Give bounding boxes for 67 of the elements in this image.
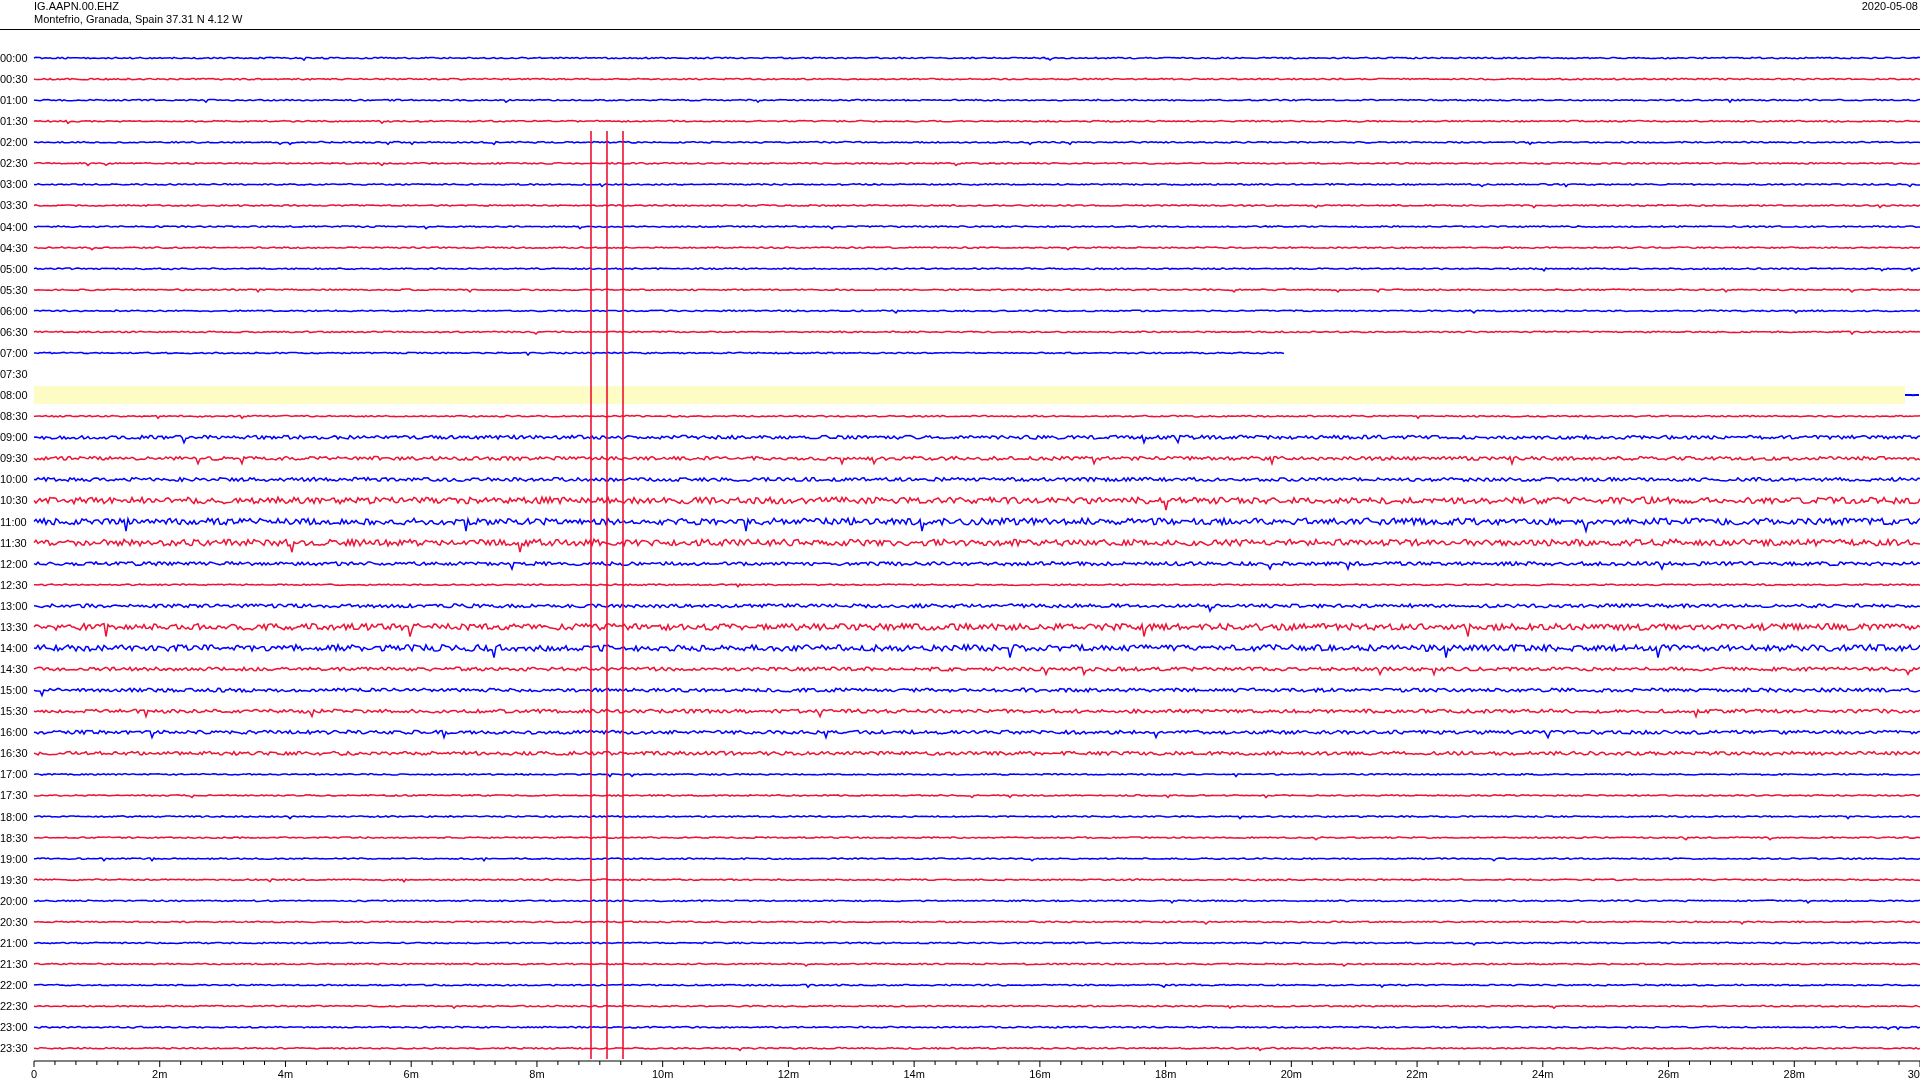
time-label: 17:00 (0, 768, 28, 781)
time-label: 23:30 (0, 1042, 28, 1055)
time-label: 06:30 (0, 325, 28, 338)
time-label: 02:30 (0, 157, 28, 170)
axis-label: 24m (1532, 1068, 1554, 1079)
time-label: 19:30 (0, 873, 28, 886)
time-label: 10:30 (0, 494, 28, 507)
time-label: 12:30 (0, 578, 28, 591)
time-label: 07:00 (0, 347, 28, 359)
time-label: 13:30 (0, 620, 28, 633)
time-label: 18:30 (0, 831, 28, 844)
time-label: 15:00 (0, 684, 28, 697)
axis-label: 10m (651, 1068, 674, 1079)
time-label: 12:00 (0, 557, 28, 570)
time-label: 05:00 (0, 262, 28, 275)
axis-label: 20m (1280, 1068, 1303, 1079)
time-label: 23:00 (0, 1021, 28, 1034)
time-label: 05:30 (0, 283, 28, 296)
time-label: 06:00 (0, 304, 28, 317)
time-label: 21:30 (0, 958, 28, 970)
time-label: 22:30 (0, 1000, 28, 1013)
axis-label: 0 (30, 1068, 38, 1079)
axis-label: 8m (529, 1068, 545, 1079)
axis-label: 18m (1154, 1068, 1177, 1079)
time-label: 08:30 (0, 410, 28, 423)
time-label: 16:30 (0, 747, 28, 760)
time-label: 03:30 (0, 199, 28, 212)
plot-date: 2020-05-08 (1861, 0, 1919, 13)
axis-label: 28m (1783, 1068, 1805, 1079)
station-code: IG.AAPN.00.EHZ (34, 0, 120, 13)
time-label: 14:00 (0, 641, 28, 654)
time-label: 03:00 (0, 178, 28, 191)
time-label: 13:00 (0, 599, 28, 612)
time-label: 10:00 (0, 473, 28, 486)
time-label: 18:00 (0, 810, 28, 823)
axis-label: 4m (277, 1068, 294, 1079)
axis-label: 16m (1029, 1068, 1051, 1079)
time-label: 16:00 (0, 726, 28, 739)
time-label: 04:00 (0, 220, 28, 233)
time-label: 08:00 (0, 389, 28, 402)
time-label: 09:00 (0, 431, 28, 444)
axis-label: 14m (903, 1068, 925, 1079)
time-label: 19:00 (0, 852, 28, 865)
axis-label: 30 (1907, 1068, 1920, 1079)
axis-label: 12m (777, 1068, 800, 1079)
time-label: 15:30 (0, 705, 28, 718)
time-label: 14:30 (0, 663, 28, 676)
axis-label: 2m (152, 1068, 168, 1079)
time-label: 17:30 (0, 789, 28, 802)
time-label: 21:00 (0, 936, 28, 949)
time-label: 07:30 (0, 368, 28, 381)
time-label: 22:00 (0, 979, 28, 992)
time-label: 11:00 (0, 515, 27, 528)
time-label: 04:30 (0, 241, 28, 254)
time-label: 01:30 (0, 115, 28, 128)
time-label: 01:00 (0, 94, 28, 107)
time-label: 09:30 (0, 452, 28, 465)
time-label: 20:30 (0, 915, 28, 928)
station-location: Montefrio, Granada, Spain 37.31 N 4.12 W (34, 13, 243, 26)
time-label: 00:00 (0, 52, 28, 64)
axis-label: 6m (403, 1068, 419, 1079)
time-label: 02:00 (0, 136, 28, 149)
time-label: 11:30 (0, 536, 27, 549)
time-label: 00:30 (0, 73, 28, 86)
time-label: 20:00 (0, 894, 28, 907)
axis-label: 26m (1657, 1068, 1680, 1079)
axis-label: 22m (1406, 1068, 1428, 1079)
